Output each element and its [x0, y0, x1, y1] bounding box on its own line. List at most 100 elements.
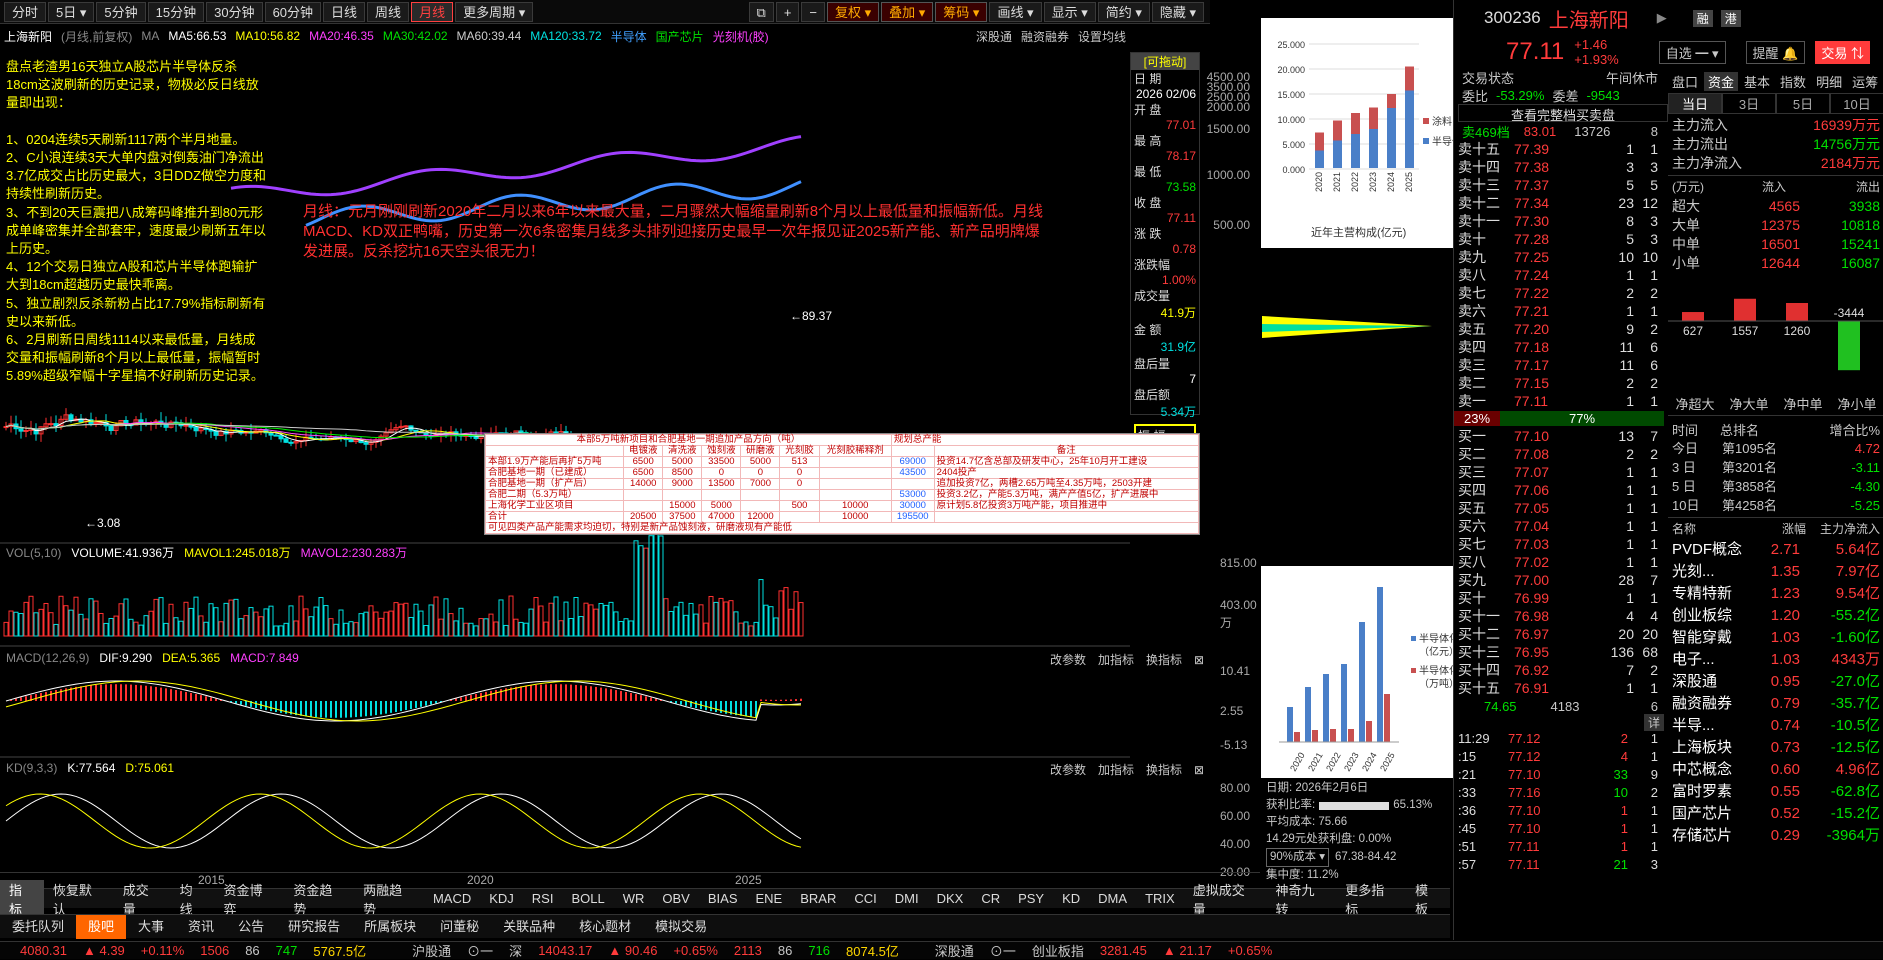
status-tab-8[interactable]: 关联品种	[491, 915, 567, 939]
indicator-tab-26[interactable]: 更多指标	[1336, 880, 1406, 918]
flow-tab-2[interactable]: 基本	[1740, 72, 1774, 91]
sector-row[interactable]: 光刻... 1.35 7.97亿	[1672, 561, 1880, 583]
period-3[interactable]: 15分钟	[147, 1, 205, 22]
concept-tag-semiconductor[interactable]: 半导体	[611, 28, 647, 45]
alert-button[interactable]: 提醒 🔔	[1745, 40, 1806, 64]
kd-add-indicator[interactable]: 加指标	[1098, 761, 1134, 778]
detail-button[interactable]: 详	[1643, 713, 1664, 731]
flow-subtab-1[interactable]: 3日	[1722, 93, 1776, 114]
indicator-tab-3[interactable]: 均线	[171, 880, 215, 918]
status-tab-0[interactable]: 委托队列	[0, 915, 76, 939]
sector-row[interactable]: 中芯概念 0.60 4.96亿	[1672, 759, 1880, 781]
indicator-tab-2[interactable]: 成交量	[114, 880, 171, 918]
sector-row[interactable]: 富时罗素 0.55 -62.8亿	[1672, 781, 1880, 803]
period-9[interactable]: 更多周期 ▾	[455, 1, 534, 22]
indicator-tab-18[interactable]: DKX	[928, 891, 973, 906]
sector-row[interactable]: 融资融券 0.79 -35.7亿	[1672, 693, 1880, 715]
sector-row[interactable]: 电子... 1.03 4343万	[1672, 649, 1880, 671]
macd-edit-params[interactable]: 改参数	[1050, 651, 1086, 668]
sector-row[interactable]: 上海板块 0.73 -12.5亿	[1672, 737, 1880, 759]
link-margin[interactable]: 融资融券	[1021, 28, 1069, 45]
indicator-tab-6[interactable]: 两融趋势	[354, 880, 424, 918]
period-6[interactable]: 日线	[323, 1, 366, 22]
flow-subtab-3[interactable]: 10日	[1830, 93, 1883, 114]
status-tab-1[interactable]: 股吧	[76, 914, 127, 939]
indicator-tab-25[interactable]: 神奇九转	[1266, 880, 1336, 918]
indicator-tab-1[interactable]: 恢复默认	[44, 880, 114, 918]
trade-button[interactable]: 交易 ⇅	[1815, 40, 1870, 64]
window-icon[interactable]: ⧉	[748, 1, 774, 22]
indicator-tab-15[interactable]: BRAR	[791, 891, 845, 906]
sector-row[interactable]: 半导... 0.74 -10.5亿	[1672, 715, 1880, 737]
status-tab-10[interactable]: 模拟交易	[643, 915, 719, 939]
status-tab-3[interactable]: 资讯	[176, 915, 226, 939]
info-panel[interactable]: [可拖动] 日 期 2026 02/06 开 盘 77.01 最 高 78.17 最 低 73…	[1130, 52, 1200, 492]
kd-change-indicator[interactable]: 换指标	[1146, 761, 1182, 778]
toolbar-btn-2[interactable]: 筹码 ▾	[935, 1, 988, 22]
period-1[interactable]: 5日 ▾	[48, 1, 95, 22]
indicator-tab-13[interactable]: BIAS	[699, 891, 747, 906]
indicator-tab-8[interactable]: KDJ	[480, 891, 523, 906]
indicator-tab-21[interactable]: KD	[1053, 891, 1089, 906]
indicator-tab-20[interactable]: PSY	[1009, 891, 1053, 906]
sector-row[interactable]: 存储芯片 0.29 -3964万	[1672, 825, 1880, 847]
toolbar-btn-4[interactable]: 显示 ▾	[1043, 1, 1096, 22]
flow-tab-1[interactable]: 资金	[1704, 72, 1739, 91]
toolbar-btn-3[interactable]: 画线 ▾	[989, 1, 1042, 22]
kd-edit-params[interactable]: 改参数	[1050, 761, 1086, 778]
toolbar-btn-6[interactable]: 隐藏 ▾	[1151, 1, 1204, 22]
indicator-tab-5[interactable]: 资金趋势	[284, 880, 354, 918]
flow-tab-4[interactable]: 明细	[1812, 72, 1846, 91]
sector-row[interactable]: 智能穿戴 1.03 -1.60亿	[1672, 627, 1880, 649]
indicator-tab-7[interactable]: MACD	[424, 891, 480, 906]
sector-row[interactable]: PVDF概念 2.71 5.64亿	[1672, 539, 1880, 561]
indicator-tab-19[interactable]: CR	[972, 891, 1009, 906]
indicator-tab-10[interactable]: BOLL	[562, 891, 613, 906]
period-8[interactable]: 月线	[411, 1, 454, 22]
zoom-out-icon[interactable]: −	[801, 1, 826, 22]
indicator-tab-24[interactable]: 虚拟成交量	[1184, 880, 1267, 918]
macd-change-indicator[interactable]: 换指标	[1146, 651, 1182, 668]
toolbar-btn-0[interactable]: 复权 ▾	[827, 1, 880, 22]
zoom-in-icon[interactable]: +	[775, 1, 800, 22]
status-tab-7[interactable]: 问董秘	[428, 915, 491, 939]
concept-tag-chip[interactable]: 国产芯片	[656, 28, 704, 45]
toolbar-btn-5[interactable]: 简约 ▾	[1097, 1, 1150, 22]
indicator-tab-9[interactable]: RSI	[523, 891, 563, 906]
link-ma-settings[interactable]: 设置均线	[1078, 28, 1126, 45]
indicator-tab-4[interactable]: 资金博弈	[215, 880, 285, 918]
watchlist-button[interactable]: 自选 ━ ▾	[1658, 40, 1726, 64]
flow-subtab-0[interactable]: 当日	[1668, 93, 1722, 114]
indicator-tab-27[interactable]: 模板	[1406, 880, 1450, 918]
next-stock-icon[interactable]: ▶	[1657, 10, 1667, 26]
close-icon[interactable]: ⊠	[1194, 653, 1204, 667]
indicator-tab-14[interactable]: ENE	[746, 891, 791, 906]
indicator-tab-17[interactable]: DMI	[886, 891, 928, 906]
status-tab-4[interactable]: 公告	[226, 915, 276, 939]
flow-tab-3[interactable]: 指数	[1776, 72, 1810, 91]
status-tab-5[interactable]: 研究报告	[276, 915, 352, 939]
status-tab-9[interactable]: 核心题材	[567, 915, 643, 939]
indicator-tab-12[interactable]: OBV	[653, 891, 698, 906]
sector-row[interactable]: 国产芯片 0.52 -15.2亿	[1672, 803, 1880, 825]
indicator-tab-0[interactable]: 指标	[0, 879, 44, 918]
period-2[interactable]: 5分钟	[96, 1, 146, 22]
period-7[interactable]: 周线	[367, 1, 410, 22]
flow-tab-0[interactable]: 盘口	[1668, 72, 1702, 91]
period-5[interactable]: 60分钟	[264, 1, 322, 22]
sector-row[interactable]: 创业板综 1.20 -55.2亿	[1672, 605, 1880, 627]
full-depth-button[interactable]: 查看完整档买卖盘	[1458, 104, 1668, 123]
indicator-tab-23[interactable]: TRIX	[1136, 891, 1184, 906]
status-tab-2[interactable]: 大事	[126, 915, 176, 939]
link-sgt[interactable]: 深股通	[976, 28, 1012, 45]
period-0[interactable]: 分时	[4, 1, 47, 22]
indicator-tab-11[interactable]: WR	[614, 891, 654, 906]
macd-add-indicator[interactable]: 加指标	[1098, 651, 1134, 668]
concept-tag-litho[interactable]: 光刻机(胶)	[713, 28, 769, 45]
sector-row[interactable]: 深股通 0.95 -27.0亿	[1672, 671, 1880, 693]
close-icon[interactable]: ⊠	[1194, 763, 1204, 777]
cost-select[interactable]: 90%成本 ▾	[1266, 848, 1329, 867]
indicator-tab-16[interactable]: CCI	[845, 891, 885, 906]
period-4[interactable]: 30分钟	[206, 1, 263, 22]
flow-tab-5[interactable]: 运筹	[1848, 72, 1882, 91]
